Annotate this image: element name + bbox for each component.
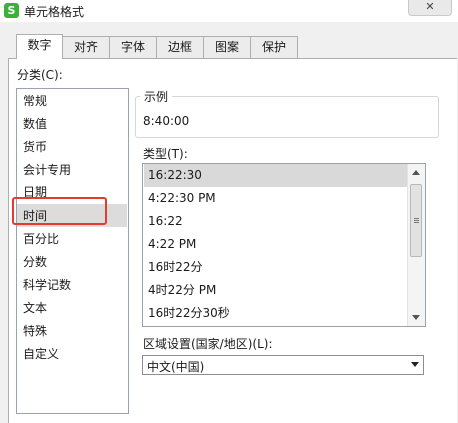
type-item[interactable]: 4:22:30 PM	[144, 187, 407, 210]
sample-legend: 示例	[140, 88, 173, 105]
category-item-special[interactable]: 特殊	[23, 320, 47, 342]
locale-label: 区域设置(国家/地区)(L):	[143, 337, 273, 351]
grip-line	[414, 220, 419, 221]
title-bar: S 单元格格式 ✕	[0, 0, 458, 22]
locale-select-value: 中文(中国)	[147, 360, 205, 374]
category-item-percentage[interactable]: 百分比	[23, 228, 59, 250]
tab-border[interactable]: 边框	[156, 36, 204, 58]
category-item-scientific[interactable]: 科学记数	[23, 274, 71, 296]
category-item-custom[interactable]: 自定义	[23, 343, 59, 365]
type-item[interactable]: 16时22分	[144, 256, 407, 279]
red-highlight-box	[12, 197, 107, 225]
category-item-text[interactable]: 文本	[23, 297, 47, 319]
scroll-thumb[interactable]	[410, 184, 422, 257]
tab-number[interactable]: 数字	[16, 34, 63, 59]
category-label: 分类(C):	[17, 68, 63, 82]
sample-value: 8:40:00	[143, 114, 190, 128]
tab-pattern[interactable]: 图案	[203, 36, 251, 58]
grip-line	[414, 218, 419, 219]
type-item[interactable]: 16:22	[144, 210, 407, 233]
type-list[interactable]: 16:22:30 4:22:30 PM 16:22 4:22 PM 16时22分…	[142, 163, 426, 327]
window-title: 单元格格式	[24, 5, 85, 19]
type-item[interactable]: 4:22 PM	[144, 233, 407, 256]
type-item[interactable]: 16:22:30	[144, 164, 407, 187]
tab-protection[interactable]: 保护	[250, 36, 298, 58]
locale-select[interactable]: 中文(中国)	[142, 355, 424, 375]
app-logo-icon: S	[4, 3, 19, 18]
category-item-fraction[interactable]: 分数	[23, 251, 47, 273]
category-item-accounting[interactable]: 会计专用	[23, 159, 71, 181]
type-item[interactable]: 16时22分30秒	[144, 302, 407, 325]
tab-font[interactable]: 字体	[109, 36, 157, 58]
type-list-scrollbar[interactable]	[407, 164, 425, 326]
scroll-up-arrow-icon[interactable]	[412, 170, 420, 175]
type-item[interactable]: 4时22分 PM	[144, 279, 407, 302]
category-item-currency[interactable]: 货币	[23, 136, 47, 158]
type-label: 类型(T):	[143, 147, 188, 161]
category-item-number[interactable]: 数值	[23, 113, 47, 135]
category-list[interactable]: 常规 数值 货币 会计专用 日期 时间 百分比 分数 科学记数 文本 特殊 自定…	[16, 88, 129, 414]
category-item-general[interactable]: 常规	[23, 90, 47, 112]
grip-line	[414, 222, 419, 223]
close-button[interactable]: ✕	[408, 0, 452, 16]
chevron-down-icon	[411, 362, 419, 367]
scroll-down-arrow-icon[interactable]	[412, 315, 420, 320]
tab-alignment[interactable]: 对齐	[62, 36, 110, 58]
